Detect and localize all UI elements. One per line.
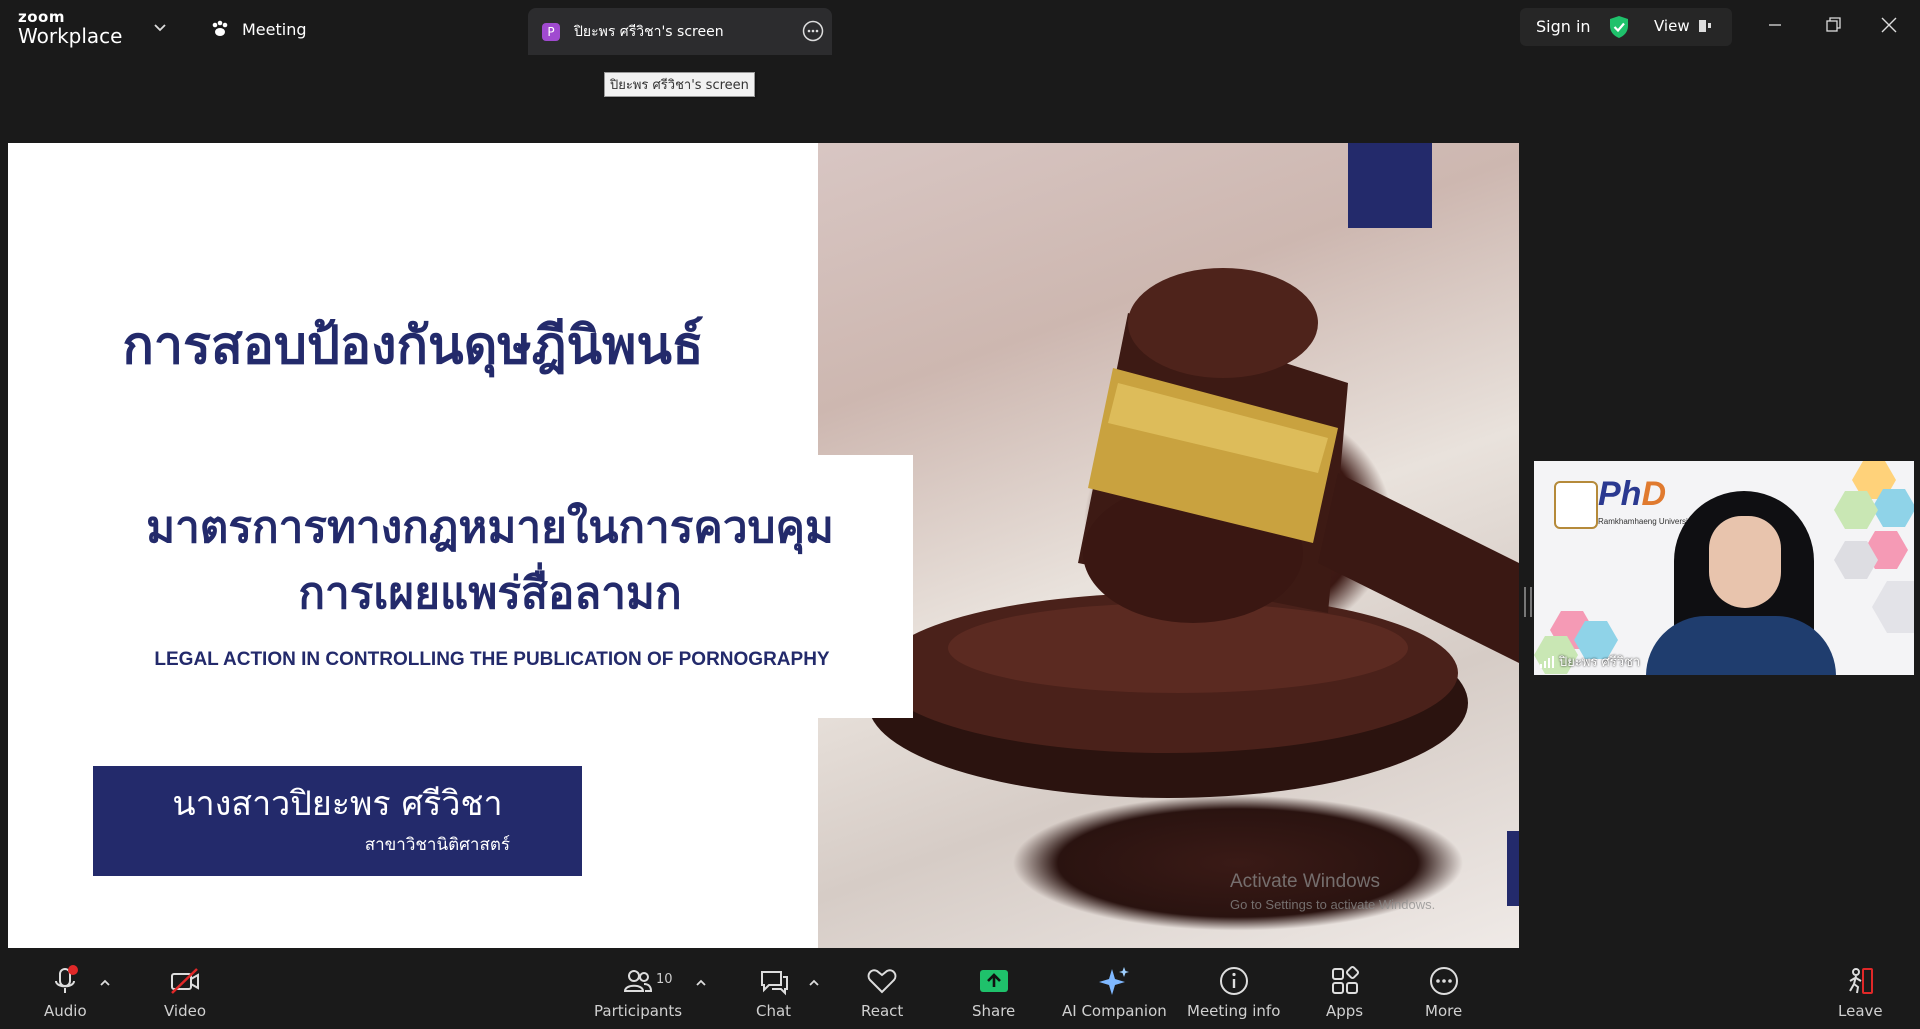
phd-logo: PhD xyxy=(1598,475,1667,513)
account-group: Sign in View xyxy=(1520,8,1732,46)
microphone-icon xyxy=(55,965,79,993)
logo-line2: Workplace xyxy=(18,24,123,48)
ellipsis-circle-icon[interactable] xyxy=(802,20,824,42)
tab-shared-screen-label: ปิยะพร ศรีวิชา's screen xyxy=(574,23,724,40)
zoom-workplace-logo[interactable]: zoom Workplace xyxy=(18,8,123,48)
presenter-name-box: นางสาวปิยะพร ศรีวิชา สาขาวิชานิติศาสตร์ xyxy=(93,766,582,876)
chat-label: Chat xyxy=(756,1002,792,1020)
participant-name-label: ปิยะพร ศรีวิชา xyxy=(1540,651,1640,672)
slide-subtitle: มาตรการทางกฎหมายในการควบคุม การเผยแพร่สื… xyxy=(80,495,900,627)
meeting-controls: Audio Video Participants 10 Chat React S… xyxy=(0,948,1920,1029)
leave-icon xyxy=(1849,968,1874,994)
participants-icon xyxy=(624,970,653,992)
ai-companion-button[interactable]: AI Companion xyxy=(1062,964,1167,1020)
chat-button[interactable]: Chat xyxy=(756,964,791,1020)
restore-icon[interactable] xyxy=(1822,14,1844,36)
decorative-navy-strip xyxy=(1507,831,1519,906)
participants-label: Participants xyxy=(594,1002,683,1020)
view-label: View xyxy=(1654,17,1690,35)
meeting-info-label: Meeting info xyxy=(1187,1002,1281,1020)
more-button[interactable]: More xyxy=(1425,964,1462,1020)
heart-icon xyxy=(867,969,897,994)
watermark-line1: Activate Windows xyxy=(1230,871,1380,892)
minimize-icon[interactable] xyxy=(1764,14,1786,36)
activate-windows-watermark: Activate Windows Go to Settings to activ… xyxy=(1230,871,1435,912)
share-screen-icon xyxy=(979,970,1008,992)
chat-options-caret-icon[interactable] xyxy=(807,976,821,990)
presenter-name: นางสาวปิยะพร ศรีวิชา xyxy=(172,784,503,824)
gavel-illustration xyxy=(868,268,1519,798)
video-button[interactable]: Video xyxy=(164,964,206,1020)
slide-english-title: LEGAL ACTION IN CONTROLLING THE PUBLICAT… xyxy=(154,649,830,670)
university-seal-icon xyxy=(1554,481,1598,529)
view-button[interactable]: View xyxy=(1654,17,1712,35)
tab-tooltip: ปิยะพร ศรีวิชา's screen xyxy=(604,72,755,97)
more-icon xyxy=(1429,967,1458,995)
apps-label: Apps xyxy=(1326,1002,1364,1020)
apps-button[interactable]: Apps xyxy=(1326,964,1363,1020)
gavel-photo xyxy=(818,143,1519,968)
audio-options-caret-icon[interactable] xyxy=(98,976,112,990)
shield-check-icon[interactable] xyxy=(1608,15,1630,39)
decorative-navy-block xyxy=(1348,143,1432,228)
presenter-badge: P xyxy=(542,22,560,41)
shared-screen-area: การสอบป้องกันดุษฎีนิพนธ์ มาตรการทางกฎหมา… xyxy=(0,55,1920,993)
university-label: Ramkhamhaeng University xyxy=(1598,517,1695,526)
presentation-slide: การสอบป้องกันดุษฎีนิพนธ์ มาตรการทางกฎหมา… xyxy=(8,143,1519,993)
meeting-info-button[interactable]: Meeting info xyxy=(1187,964,1280,1020)
participants-count: 10 xyxy=(656,972,673,987)
chevron-down-icon[interactable] xyxy=(152,19,168,35)
leave-label: Leave xyxy=(1838,1002,1883,1020)
video-label: Video xyxy=(164,1002,207,1020)
participant-name: ปิยะพร ศรีวิชา xyxy=(1559,655,1641,670)
sign-in-button[interactable]: Sign in xyxy=(1536,17,1591,36)
presenter-department: สาขาวิชานิติศาสตร์ xyxy=(364,835,510,855)
share-button[interactable]: Share xyxy=(972,964,1015,1020)
slide-title: การสอบป้องกันดุษฎีนิพนธ์ xyxy=(122,316,704,376)
apps-icon xyxy=(1331,965,1359,994)
participant-video-tile[interactable]: PhD Ramkhamhaeng University ปิยะพร ศรีวิ… xyxy=(1534,461,1914,675)
chat-icon xyxy=(760,971,788,996)
tab-meeting-label: Meeting xyxy=(242,19,307,39)
ai-companion-label: AI Companion xyxy=(1062,1002,1167,1020)
sparkle-icon xyxy=(1099,967,1130,995)
audio-label: Audio xyxy=(44,1002,87,1020)
slide-subtitle-line1: มาตรการทางกฎหมายในการควบคุม xyxy=(146,502,834,553)
panel-resize-handle[interactable] xyxy=(1524,587,1532,617)
signal-strength-icon xyxy=(1540,655,1554,668)
react-label: React xyxy=(861,1002,904,1020)
title-bar: zoom Workplace Meeting P ปิยะพร ศรีวิชา'… xyxy=(0,0,1920,55)
view-layout-icon xyxy=(1698,20,1711,32)
tab-meeting[interactable]: Meeting xyxy=(210,17,307,41)
close-icon[interactable] xyxy=(1878,14,1900,36)
paw-icon xyxy=(212,20,228,36)
react-button[interactable]: React xyxy=(861,964,903,1020)
share-label: Share xyxy=(972,1002,1016,1020)
leave-button[interactable]: Leave xyxy=(1838,964,1883,1020)
participants-options-caret-icon[interactable] xyxy=(694,976,708,990)
tab-shared-screen[interactable]: P ปิยะพร ศรีวิชา's screen xyxy=(528,8,832,55)
watermark-line2: Go to Settings to activate Windows. xyxy=(1230,897,1436,912)
info-icon xyxy=(1219,967,1248,995)
logo-line1: zoom xyxy=(18,8,65,26)
slide-subtitle-line2: การเผยแพร่สื่อลามก xyxy=(298,568,682,619)
video-off-icon xyxy=(171,968,200,994)
audio-button[interactable]: Audio xyxy=(44,964,87,1020)
more-label: More xyxy=(1425,1002,1463,1020)
